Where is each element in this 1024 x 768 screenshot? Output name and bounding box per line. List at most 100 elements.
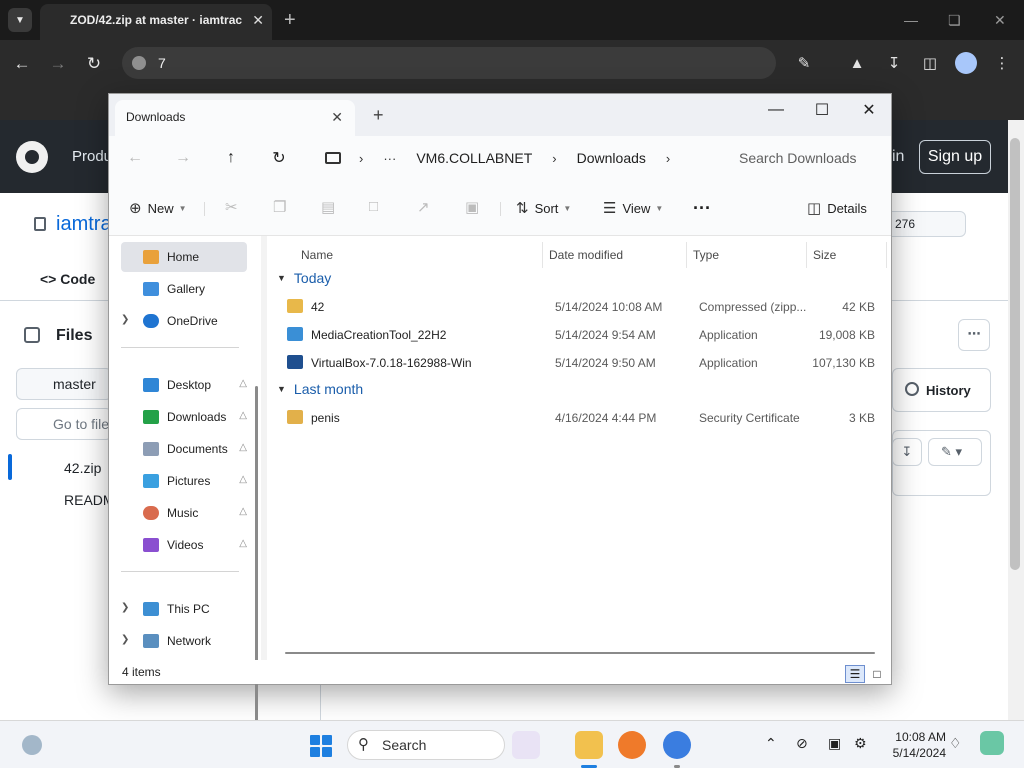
bell-icon[interactable]: ♢ — [949, 735, 962, 752]
product-menu[interactable]: Produ — [72, 148, 112, 165]
sign-up-button[interactable]: Sign up — [919, 140, 991, 174]
repo-owner-link[interactable]: iamtra — [56, 213, 112, 236]
chevron-right-icon[interactable]: › — [552, 151, 556, 166]
delete-icon[interactable]: ▣ — [465, 198, 479, 216]
address-bar[interactable]: › ··· VM6.COLLABNET › Downloads › — [309, 141, 711, 175]
chevron-right-icon[interactable]: ❯ — [121, 602, 129, 613]
explorer-tab[interactable]: Downloads ✕ — [115, 100, 355, 136]
up-button[interactable]: ↑ — [219, 146, 243, 170]
breadcrumb-vm6-collabnet[interactable]: VM6.COLLABNET — [416, 150, 532, 166]
file-tree-item[interactable]: READM — [64, 492, 115, 508]
branch-selector[interactable]: master — [16, 368, 112, 400]
chevron-right-icon[interactable]: › — [666, 151, 670, 166]
taskbar-search[interactable]: ⚲ Search — [347, 730, 505, 760]
firefox-icon[interactable] — [618, 731, 646, 759]
copilot-widget-icon[interactable] — [512, 731, 540, 759]
chevron-right-icon[interactable]: › — [359, 151, 363, 166]
nav-item-onedrive[interactable]: ❯ OneDrive — [121, 306, 247, 336]
file-row[interactable]: MediaCreationTool_22H2 5/14/2024 9:54 AM… — [285, 321, 883, 349]
details-button[interactable]: ◫ Details — [807, 198, 867, 218]
group-header-today[interactable]: ▼ Today — [277, 270, 331, 286]
close-window-icon[interactable]: ✕ — [854, 98, 884, 122]
tiles-view-icon[interactable]: □ — [867, 665, 887, 683]
download-raw-button[interactable]: ↧ — [892, 438, 922, 466]
nav-item-this-pc[interactable]: ❯ This PC — [121, 594, 247, 624]
nav-item-desktop[interactable]: Desktop △ — [121, 370, 247, 400]
column-header-size[interactable]: Size — [807, 242, 887, 268]
nav-item-pictures[interactable]: Pictures △ — [121, 466, 247, 496]
minimize-icon[interactable]: — — [761, 98, 791, 122]
back-button[interactable]: ← — [10, 52, 34, 76]
column-header-type[interactable]: Type — [687, 242, 807, 268]
group-header-last-month[interactable]: ▼ Last month — [277, 381, 363, 397]
back-button[interactable]: ← — [123, 146, 147, 170]
close-tab-icon[interactable]: ✕ — [252, 4, 264, 36]
browser-tab[interactable]: ZOD/42.zip at master · iamtrac ✕ — [40, 4, 272, 40]
extensions-icon[interactable]: ✎ — [793, 52, 815, 74]
new-button[interactable]: ⊕ New ▼ — [129, 198, 187, 218]
chrome-icon[interactable] — [663, 731, 691, 759]
nav-item-videos[interactable]: Videos △ — [121, 530, 247, 560]
horizontal-scrollbar[interactable] — [285, 652, 875, 654]
share-icon[interactable]: ↗ — [417, 198, 430, 216]
file-row[interactable]: penis 4/16/2024 4:44 PM Security Certifi… — [285, 404, 883, 432]
cut-icon[interactable]: ✂ — [225, 198, 238, 216]
side-panel-icon[interactable]: ◫ — [919, 52, 941, 74]
view-button[interactable]: ☰ View ▼ — [603, 198, 663, 218]
star-count[interactable]: 276 — [884, 211, 966, 237]
nav-item-gallery[interactable]: Gallery — [121, 274, 247, 304]
site-info-icon[interactable] — [132, 56, 146, 70]
refresh-button[interactable]: ↻ — [267, 146, 291, 170]
network-offline-icon[interactable]: ⊘ — [796, 735, 808, 752]
profile-avatar[interactable] — [955, 52, 977, 74]
menu-icon[interactable]: ⋮ — [991, 52, 1013, 74]
file-row[interactable]: VirtualBox-7.0.18-162988-Win 5/14/2024 9… — [285, 349, 883, 377]
start-button[interactable] — [310, 735, 332, 757]
breadcrumb-downloads[interactable]: Downloads — [577, 150, 646, 166]
copilot-icon[interactable] — [980, 731, 1004, 755]
see-more-icon[interactable]: ··· — [693, 198, 711, 218]
settings-icon[interactable]: ⚙ — [854, 735, 867, 752]
minimize-icon[interactable]: — — [904, 8, 918, 32]
copy-icon[interactable]: ❐ — [273, 198, 286, 216]
forward-button[interactable]: → — [171, 146, 195, 170]
edit-file-button[interactable]: ✎ ▾ — [928, 438, 982, 466]
address-bar[interactable]: 7 — [122, 47, 776, 79]
page-scrollbar-thumb[interactable] — [1010, 138, 1020, 570]
code-tab[interactable]: <> Code — [40, 271, 95, 287]
tab-search-button[interactable]: ▼ — [8, 8, 32, 32]
new-tab-button[interactable]: + — [373, 102, 384, 128]
labs-icon[interactable]: ▲ — [846, 52, 868, 74]
maximize-icon[interactable]: ☐ — [807, 98, 837, 122]
file-tree-item[interactable]: 42.zip — [64, 460, 101, 476]
search-downloads-input[interactable]: Search Downloads — [723, 141, 891, 175]
sign-in-link[interactable]: in — [892, 148, 904, 166]
go-to-file-input[interactable]: Go to file — [16, 408, 112, 440]
nav-item-home[interactable]: Home — [121, 242, 247, 272]
nav-item-downloads[interactable]: Downloads △ — [121, 402, 247, 432]
close-window-icon[interactable]: ✕ — [994, 8, 1006, 32]
chevron-up-icon[interactable]: ⌃ — [765, 735, 777, 752]
weather-widget-icon[interactable] — [22, 735, 42, 755]
close-tab-icon[interactable]: ✕ — [331, 100, 343, 134]
chevron-right-icon[interactable]: ❯ — [121, 314, 129, 325]
details-view-icon[interactable]: ☰ — [845, 665, 865, 683]
nav-item-music[interactable]: Music △ — [121, 498, 247, 528]
forward-button[interactable]: → — [46, 52, 70, 76]
restore-icon[interactable]: ❏ — [948, 8, 961, 32]
column-header-date[interactable]: Date modified — [543, 242, 687, 268]
column-header-name[interactable]: Name — [295, 242, 543, 268]
nav-scrollbar[interactable] — [255, 386, 258, 758]
chevron-right-icon[interactable]: ❯ — [121, 634, 129, 645]
nav-item-network[interactable]: ❯ Network — [121, 626, 247, 656]
reload-button[interactable]: ↻ — [82, 52, 106, 76]
sort-button[interactable]: ⇅ Sort ▼ — [516, 198, 571, 218]
clock[interactable]: 10:08 AM 5/14/2024 — [880, 729, 946, 761]
github-logo-icon[interactable] — [16, 141, 48, 173]
sidebar-toggle-icon[interactable] — [24, 327, 40, 343]
file-row[interactable]: 42 5/14/2024 10:08 AM Compressed (zipp..… — [285, 293, 883, 321]
display-icon[interactable]: ▣ — [828, 735, 841, 752]
nav-item-documents[interactable]: Documents △ — [121, 434, 247, 464]
new-tab-button[interactable]: + — [284, 8, 296, 32]
more-locations-icon[interactable]: ··· — [383, 151, 396, 166]
